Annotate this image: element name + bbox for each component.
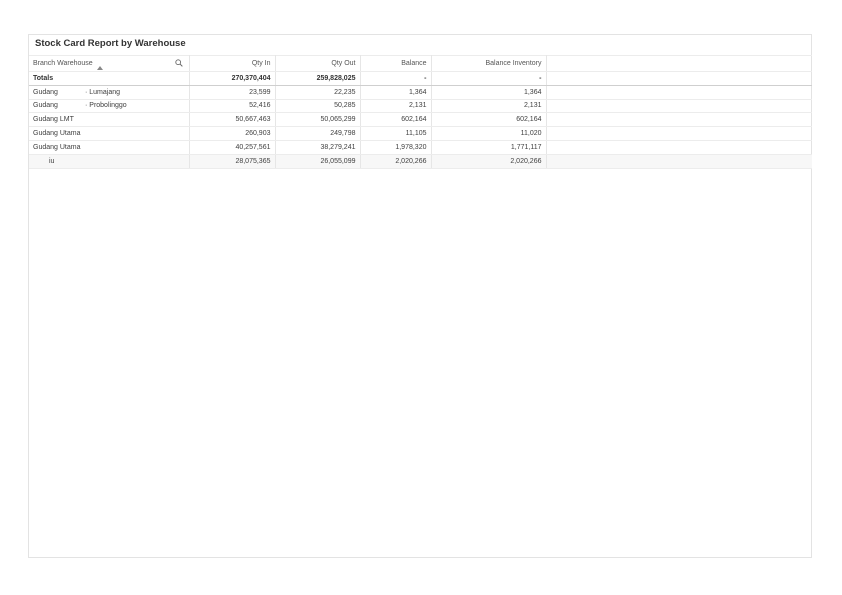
panel-title: Stock Card Report by Warehouse	[35, 38, 186, 49]
cell-qty-out: 38,279,241	[275, 140, 361, 155]
table-row[interactable]: Gudang Utama 40,257,561 38,279,241 1,978…	[29, 140, 812, 155]
cell-qty-out: 26,055,099	[275, 154, 361, 169]
totals-balance: -	[360, 71, 432, 86]
cell-balance-inventory: 602,164	[431, 112, 547, 128]
table-row[interactable]: Gudang · Probolinggo 52,416 50,285 2,131 …	[29, 99, 812, 114]
warehouse-name: Gudang LMT	[29, 112, 190, 128]
cell-balance: 11,105	[360, 126, 432, 141]
cell-balance-inventory: 1,364	[431, 85, 547, 100]
cell-qty-in: 23,599	[189, 85, 276, 100]
cell-balance: 1,364	[360, 85, 432, 100]
cell-balance: 2,131	[360, 99, 432, 114]
empty-cell	[546, 126, 812, 141]
column-header-balance-inventory[interactable]: Balance Inventory	[431, 55, 547, 72]
sort-ascending-icon[interactable]	[97, 66, 103, 70]
warehouse-name: Gudang Utama	[29, 140, 190, 155]
totals-label: Totals	[29, 71, 190, 86]
header-row: Branch Warehouse Qty In Qty Out Balance …	[29, 55, 812, 72]
column-header-balance[interactable]: Balance	[360, 55, 432, 72]
empty-cell	[546, 154, 812, 169]
empty-cell	[546, 112, 812, 128]
cell-qty-in: 52,416	[189, 99, 276, 114]
warehouse-location: · Probolinggo	[85, 102, 127, 110]
cell-balance: 1,978,320	[360, 140, 432, 155]
cell-qty-in: 50,667,463	[189, 112, 276, 128]
cell-qty-in: 40,257,561	[189, 140, 276, 155]
cell-qty-in: 28,075,365	[189, 154, 276, 169]
cell-qty-out: 22,235	[275, 85, 361, 100]
column-header-empty	[546, 55, 812, 72]
empty-cell	[546, 71, 812, 86]
report-panel: Stock Card Report by Warehouse Branch Wa…	[28, 34, 812, 558]
cell-qty-out: 249,798	[275, 126, 361, 141]
totals-balance-inventory: -	[431, 71, 547, 86]
warehouse-name: Gudang	[33, 102, 58, 110]
column-header-qty-in[interactable]: Qty In	[189, 55, 276, 72]
table-row[interactable]: Gudang Utama 260,903 249,798 11,105 11,0…	[29, 126, 812, 141]
report-table: Branch Warehouse Qty In Qty Out Balance …	[29, 55, 812, 169]
cell-qty-in: 260,903	[189, 126, 276, 141]
cell-balance-inventory: 2,131	[431, 99, 547, 114]
cell-balance-inventory: 2,020,266	[431, 154, 547, 169]
table-row[interactable]: Gudang · Lumajang 23,599 22,235 1,364 1,3…	[29, 85, 812, 100]
cell-balance-inventory: 11,020	[431, 126, 547, 141]
warehouse-location: · Lumajang	[85, 88, 121, 96]
search-icon[interactable]	[174, 59, 183, 67]
empty-cell	[546, 85, 812, 100]
warehouse-name: Gudang	[33, 88, 58, 96]
column-header-qty-out[interactable]: Qty Out	[275, 55, 361, 72]
cell-qty-out: 50,285	[275, 99, 361, 114]
cell-balance-inventory: 1,771,117	[431, 140, 547, 155]
totals-row: Totals 270,370,404 259,828,025 - -	[29, 71, 812, 86]
column-header-label: Branch Warehouse	[33, 60, 93, 67]
column-header-branch-warehouse[interactable]: Branch Warehouse	[29, 55, 190, 72]
empty-cell	[546, 99, 812, 114]
warehouse-name: iu	[29, 154, 190, 169]
table-row[interactable]: Gudang LMT 50,667,463 50,065,299 602,164…	[29, 112, 812, 128]
cell-balance: 2,020,266	[360, 154, 432, 169]
table-row[interactable]: iu 28,075,365 26,055,099 2,020,266 2,020…	[29, 154, 812, 169]
cell-qty-out: 50,065,299	[275, 112, 361, 128]
warehouse-name: Gudang Utama	[29, 126, 190, 141]
empty-cell	[546, 140, 812, 155]
cell-balance: 602,164	[360, 112, 432, 128]
totals-qty-in: 270,370,404	[189, 71, 276, 86]
totals-qty-out: 259,828,025	[275, 71, 361, 86]
